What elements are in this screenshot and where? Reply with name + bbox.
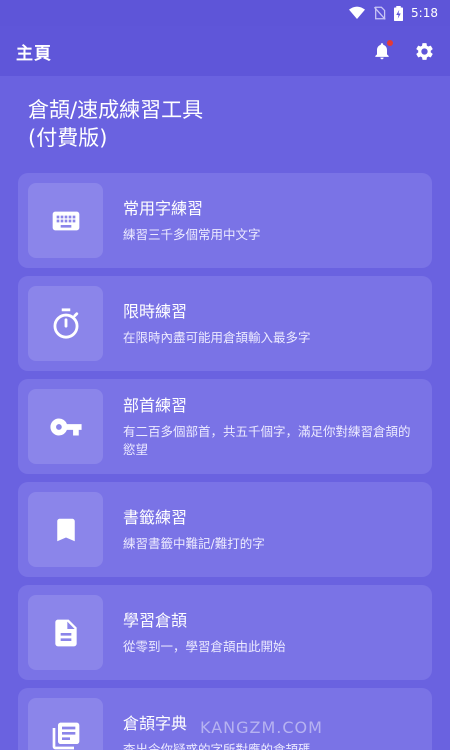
card-title: 書籤練習 [123, 507, 188, 527]
notifications-button[interactable] [370, 39, 394, 63]
menu-card-bookmark-practice[interactable]: 書籤練習 練習書籤中難記/難打的字 [18, 482, 432, 577]
card-text: 學習倉頡 從零到一，學習倉頡由此開始 [123, 610, 298, 656]
card-icon-box [28, 698, 103, 750]
keyboard-icon [52, 211, 79, 230]
card-text: 書籤練習 練習書籤中難記/難打的字 [123, 507, 277, 553]
settings-button[interactable] [412, 39, 436, 63]
card-description: 查出令你疑惑的字所對應的倉頡碼 [123, 741, 311, 750]
card-text: 常用字練習 練習三千多個常用中文字 [123, 198, 273, 244]
watermark: KANGZM.COM [200, 718, 323, 737]
card-description: 從零到一，學習倉頡由此開始 [123, 638, 286, 654]
status-time: 5:18 [411, 6, 438, 20]
no-sim-icon [373, 6, 386, 20]
card-description: 練習三千多個常用中文字 [123, 226, 261, 242]
card-icon-box [28, 492, 103, 567]
practice-menu-list: 常用字練習 練習三千多個常用中文字 限時練習 在限時內盡可能用倉頡輸入最多字 部… [18, 173, 432, 750]
card-icon-box [28, 389, 103, 464]
card-icon-box [28, 595, 103, 670]
document-icon [54, 619, 77, 646]
timer-icon [53, 307, 78, 339]
list-icon [52, 722, 79, 749]
card-text: 限時練習 在限時內盡可能用倉頡輸入最多字 [123, 301, 323, 347]
menu-card-learn-cangjie[interactable]: 學習倉頡 從零到一，學習倉頡由此開始 [18, 585, 432, 680]
card-description: 在限時內盡可能用倉頡輸入最多字 [123, 329, 311, 345]
card-icon-box [28, 286, 103, 361]
battery-icon [394, 5, 404, 21]
card-title: 限時練習 [123, 301, 188, 321]
app-actions [370, 39, 436, 63]
notification-dot [387, 40, 393, 46]
menu-card-common-words[interactable]: 常用字練習 練習三千多個常用中文字 [18, 173, 432, 268]
gear-icon [415, 42, 433, 60]
wifi-icon [349, 6, 366, 20]
page-headline: 倉頡/速成練習工具 (付費版) [28, 98, 204, 150]
card-title: 學習倉頡 [123, 610, 188, 630]
card-description: 有二百多個部首，共五千個字，滿足你對練習倉頡的慾望 [123, 423, 411, 457]
menu-card-timed-practice[interactable]: 限時練習 在限時內盡可能用倉頡輸入最多字 [18, 276, 432, 371]
card-icon-box [28, 183, 103, 258]
key-icon [49, 418, 82, 435]
app-title: 主頁 [16, 43, 52, 64]
app-bar: 主頁 [0, 26, 450, 76]
status-bar: 5:18 [0, 0, 450, 26]
bookmark-icon [56, 518, 75, 541]
card-title: 常用字練習 [123, 198, 204, 218]
card-text: 部首練習 有二百多個部首，共五千個字，滿足你對練習倉頡的慾望 [123, 395, 432, 459]
card-title: 部首練習 [123, 395, 188, 415]
menu-card-radical-practice[interactable]: 部首練習 有二百多個部首，共五千個字，滿足你對練習倉頡的慾望 [18, 379, 432, 474]
card-description: 練習書籤中難記/難打的字 [123, 535, 265, 551]
